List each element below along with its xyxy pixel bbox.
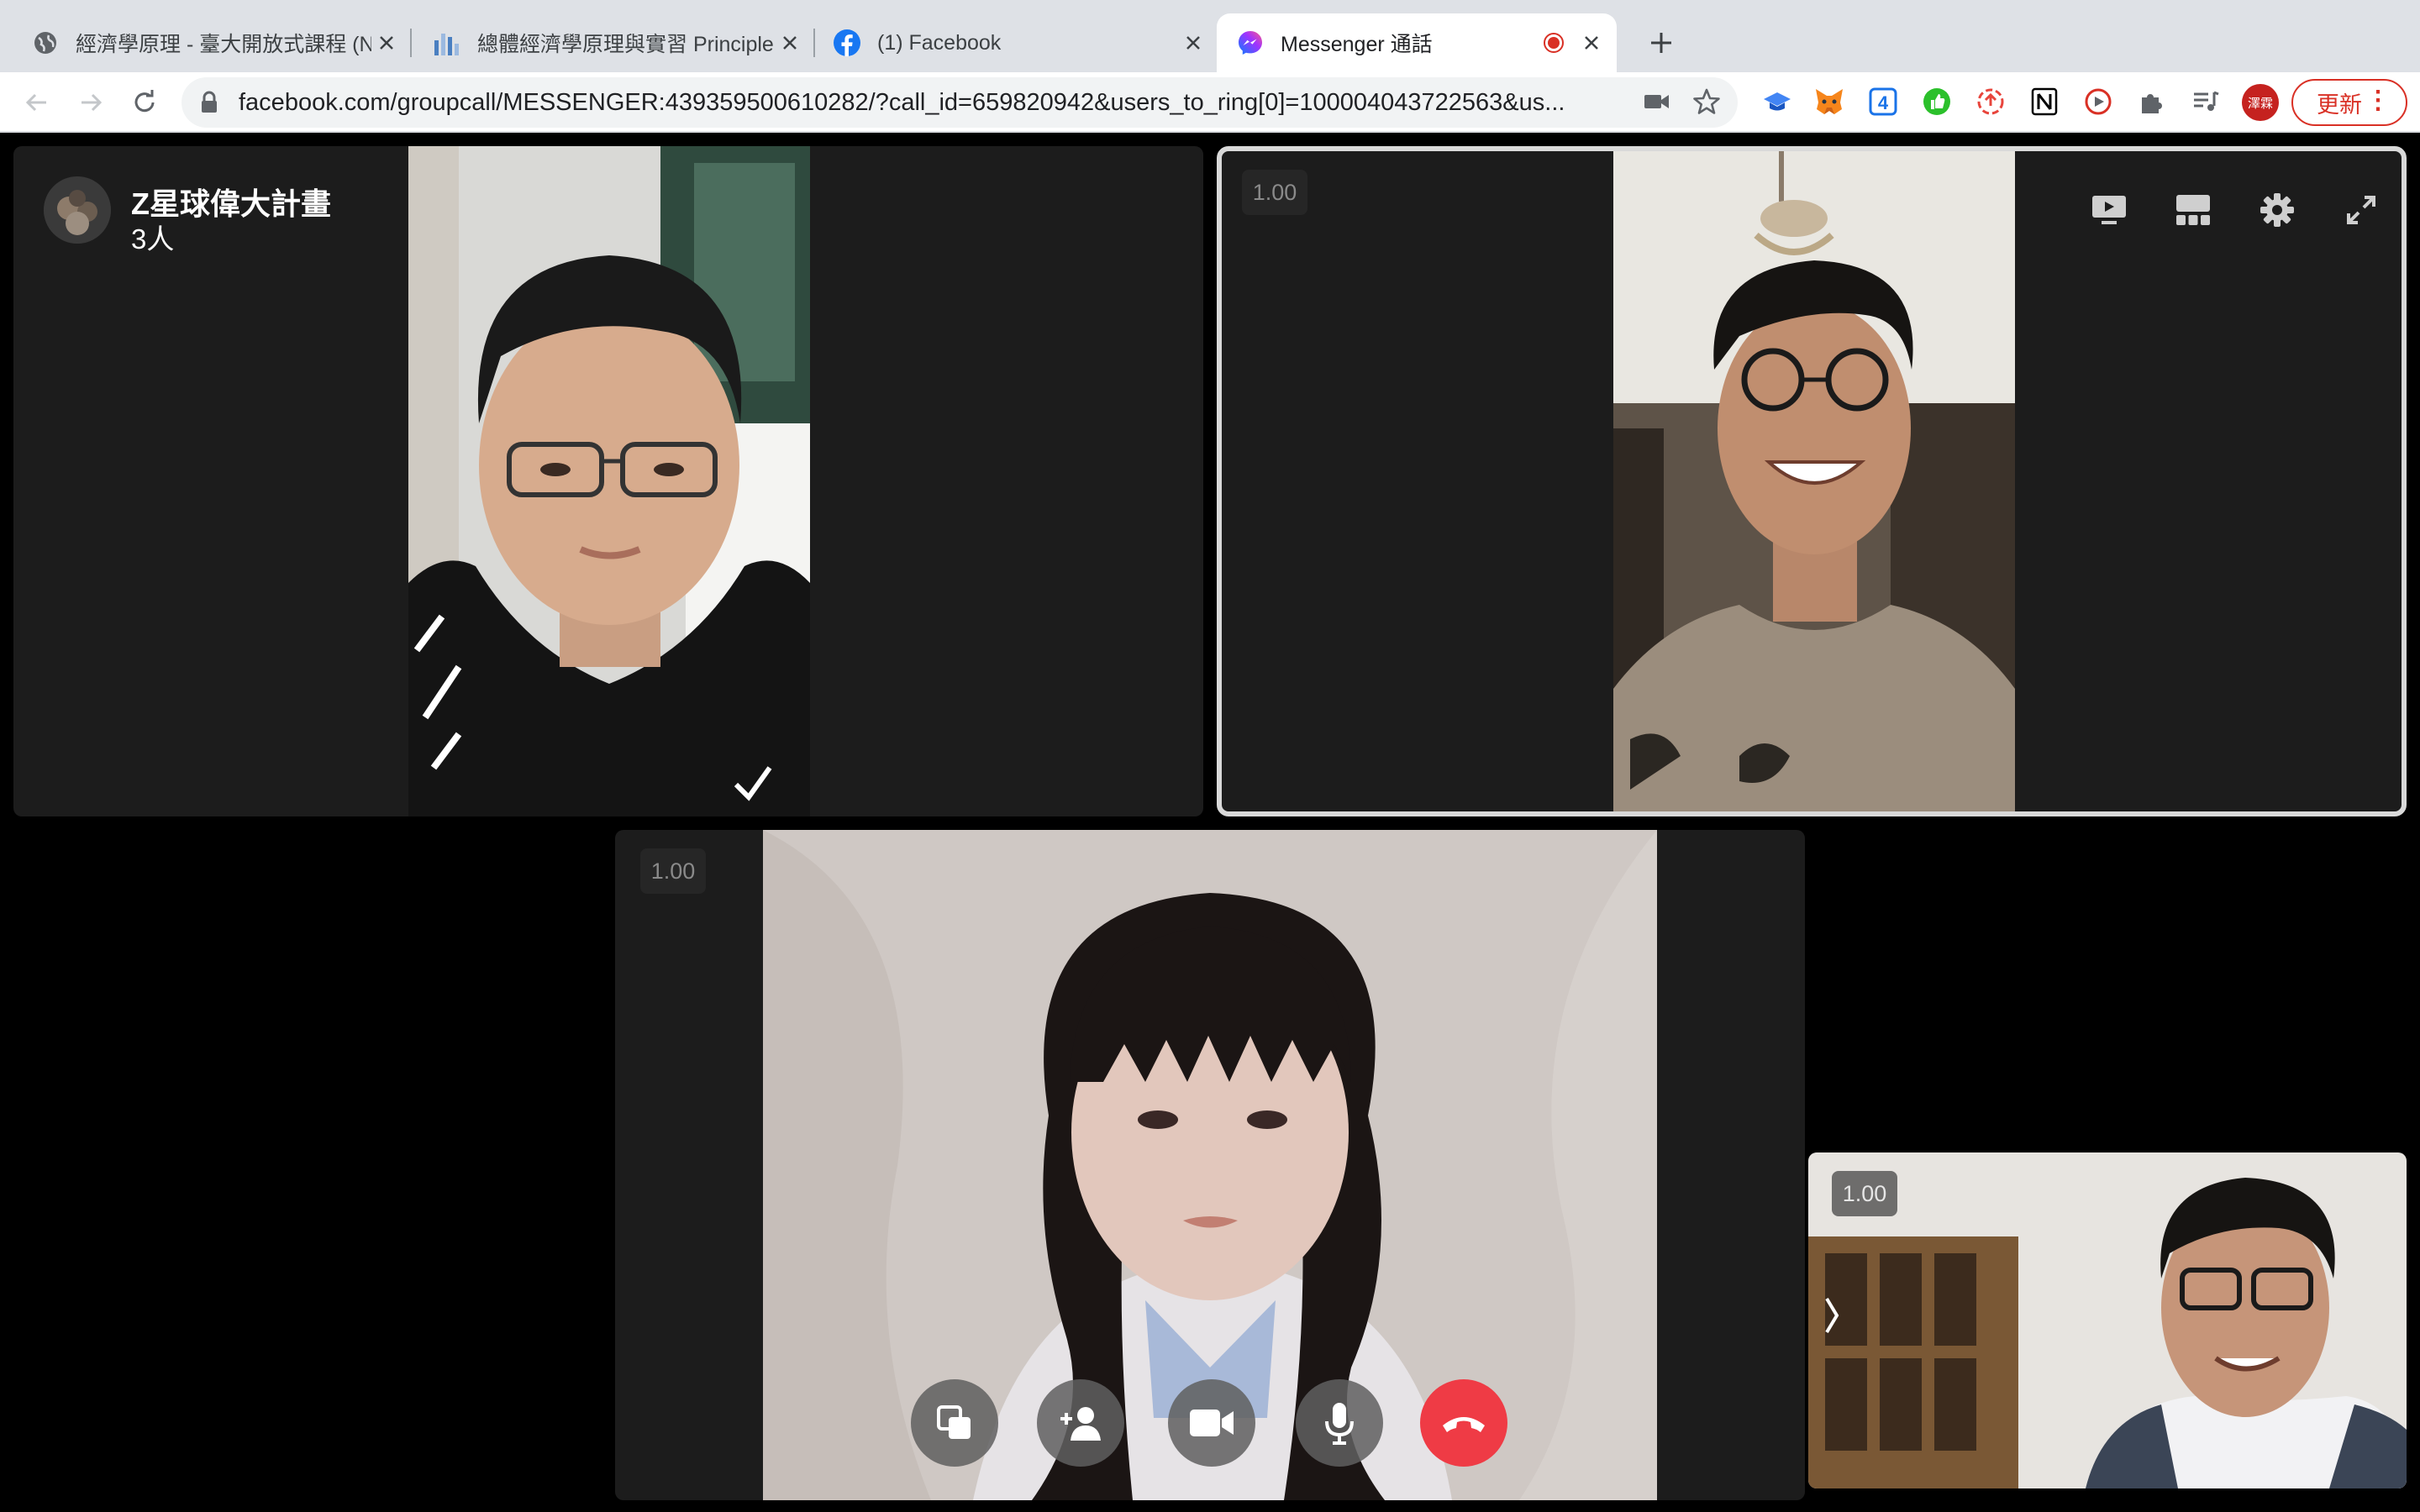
collapse-self-view-icon[interactable] [1815,1290,1849,1341]
camera-in-use-icon[interactable] [1644,89,1670,118]
url-text[interactable]: facebook.com/groupcall/MESSENGER:4393595… [239,89,1785,117]
self-view-tile[interactable]: 1.00 [1808,1152,2407,1488]
switch-view-button[interactable] [911,1379,998,1467]
svg-text:4: 4 [1878,92,1889,113]
kebab-menu-icon: ⋮ [2365,87,2391,114]
close-tab-icon[interactable] [1576,28,1607,58]
tab-title: 經濟學原理 - 臺大開放式課程 (N [76,33,371,56]
profile-avatar[interactable]: 澤霖 [2242,84,2279,121]
video-camera-button[interactable] [1168,1379,1255,1467]
tab-strip: 經濟學原理 - 臺大開放式課程 (N 總體經濟學原理與實習 Principle … [0,0,2420,72]
screen-share-icon[interactable] [2086,186,2133,234]
update-label: 更新 [2317,92,2362,118]
bar-chart-icon [434,29,460,56]
media-playlist-icon[interactable] [2188,84,2223,119]
recording-indicator-icon [1543,32,1565,54]
tab-macroeconomics[interactable]: 總體經濟學原理與實習 Principle [400,13,815,72]
bookmark-star-icon[interactable] [1692,87,1721,120]
tab-title: 總體經濟學原理與實習 Principle [477,33,774,56]
audio-level-indicator: 1.00 [640,848,706,894]
chrome-update-button[interactable]: 更新 ⋮ [2291,79,2407,126]
microphone-button[interactable] [1296,1379,1383,1467]
back-button[interactable] [17,82,57,123]
participant-tile-2[interactable]: 1.00 [1217,146,2407,816]
new-tab-button[interactable] [1640,22,1682,64]
address-bar[interactable]: facebook.com/groupcall/MESSENGER:4393595… [182,77,1738,128]
close-tab-icon[interactable] [1178,28,1208,58]
forward-button[interactable] [71,82,111,123]
tab-messenger-call[interactable]: Messenger 通話 [1217,13,1617,72]
globe-icon [32,29,59,56]
lock-icon[interactable] [200,91,218,118]
graduation-cap-icon[interactable] [1760,84,1795,119]
messenger-icon [1237,29,1264,56]
screen-capture-icon[interactable] [2081,84,2116,119]
participant-video-1 [408,146,810,816]
participant-video-2 [1613,151,2015,811]
metamask-fox-icon[interactable] [1812,84,1847,119]
tab-facebook[interactable]: (1) Facebook [803,13,1218,72]
tab-econ-course[interactable]: 經濟學原理 - 臺大開放式課程 (N [0,13,412,72]
tab-title: Messenger 通話 [1281,33,1433,56]
group-avatar [44,176,111,244]
close-tab-icon[interactable] [371,28,402,58]
browser-toolbar: facebook.com/groupcall/MESSENGER:4393595… [0,72,2420,133]
tab-title: (1) Facebook [877,30,1002,55]
gear-icon[interactable] [2254,186,2301,234]
self-view-video [1808,1152,2407,1488]
calendar-4-icon[interactable]: 4 [1865,84,1901,119]
grid-layout-icon[interactable] [2170,186,2217,234]
notion-icon[interactable] [2027,84,2062,119]
reload-button[interactable] [124,82,165,123]
participant-count: 3人 [131,223,175,255]
facebook-icon [834,29,860,56]
green-thumb-icon[interactable] [1919,84,1954,119]
audio-level-indicator: 1.00 [1832,1171,1897,1216]
end-call-button[interactable] [1420,1379,1507,1467]
expand-icon[interactable] [2338,186,2385,234]
audio-level-indicator: 1.00 [1242,170,1307,215]
close-tab-icon[interactable] [775,28,805,58]
participant-tile-1[interactable]: Z星球偉大計畫 3人 [13,146,1203,816]
add-person-button[interactable] [1037,1379,1124,1467]
call-stage: Z星球偉大計畫 3人 1.00 1.00 1.00 [0,133,2420,1512]
puzzle-icon[interactable] [2134,84,2170,119]
screen-record-icon[interactable] [1973,84,2008,119]
